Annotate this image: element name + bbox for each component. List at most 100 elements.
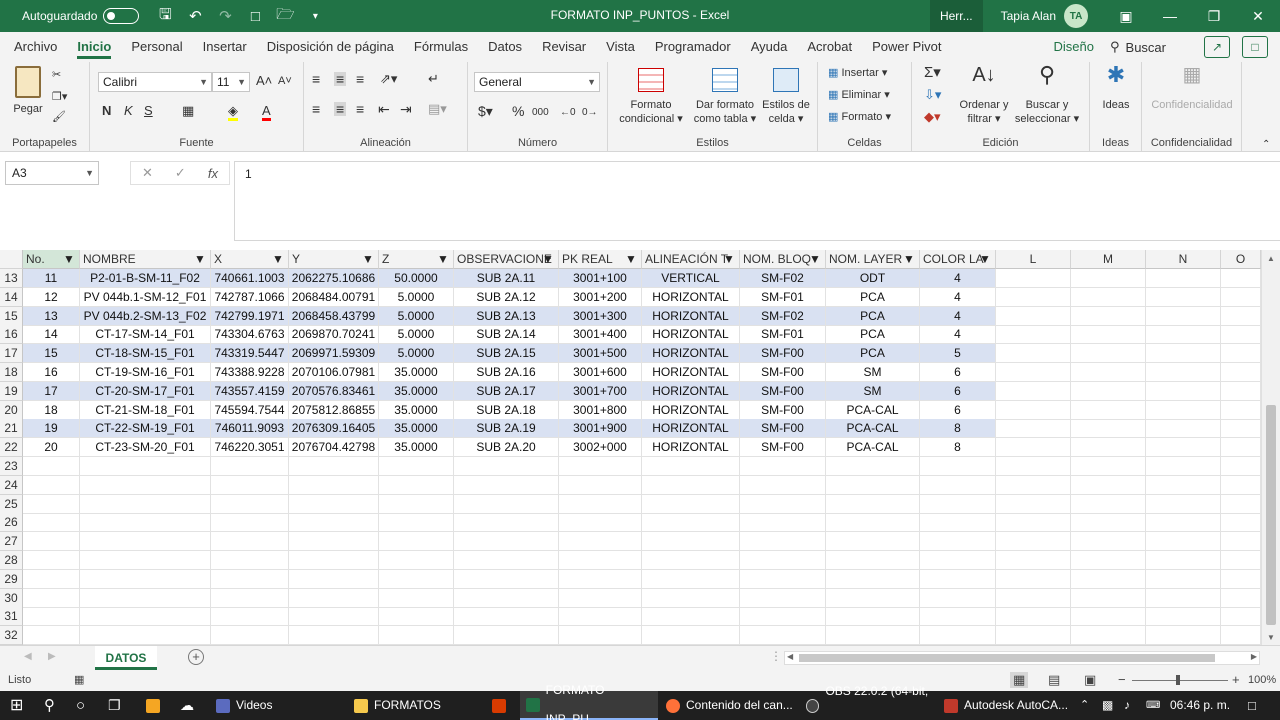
tab-disposicion[interactable]: Disposición de página bbox=[257, 32, 404, 62]
hscroll-thumb[interactable] bbox=[799, 654, 1215, 662]
table-cell[interactable] bbox=[1071, 513, 1146, 533]
table-cell[interactable] bbox=[920, 551, 996, 570]
table-cell[interactable] bbox=[826, 494, 920, 514]
table-cell[interactable] bbox=[80, 626, 211, 646]
row-header[interactable]: 21 bbox=[0, 419, 23, 439]
row-header[interactable]: 30 bbox=[0, 588, 23, 608]
tab-acrobat[interactable]: Acrobat bbox=[797, 32, 862, 62]
volume-icon[interactable]: ♪ bbox=[1124, 691, 1130, 720]
table-cell[interactable]: 4 bbox=[920, 269, 996, 288]
filter-dropdown-icon[interactable]: ▼ bbox=[542, 252, 554, 266]
increase-decimal-icon[interactable]: ←0 bbox=[560, 106, 576, 120]
table-cell[interactable] bbox=[1221, 344, 1261, 364]
table-cell[interactable] bbox=[80, 532, 211, 552]
table-cell[interactable]: SM-F01 bbox=[740, 287, 826, 307]
table-cell[interactable]: 746220.3051 bbox=[211, 438, 289, 458]
table-cell[interactable]: 8 bbox=[920, 419, 996, 439]
table-cell[interactable] bbox=[826, 551, 920, 570]
table-cell[interactable] bbox=[1071, 344, 1146, 364]
thousands-icon[interactable]: 000 bbox=[532, 106, 549, 120]
table-cell[interactable]: SUB 2A.19 bbox=[454, 419, 559, 439]
table-cell[interactable] bbox=[1221, 438, 1261, 458]
align-middle-icon[interactable]: ≡ bbox=[334, 72, 347, 86]
table-cell[interactable]: 745594.7544 bbox=[211, 400, 289, 420]
table-cell[interactable]: CT-17-SM-14_F01 bbox=[80, 325, 211, 345]
table-cell[interactable]: SUB 2A.17 bbox=[454, 381, 559, 401]
table-cell[interactable] bbox=[559, 494, 642, 514]
table-cell[interactable]: SM-F00 bbox=[740, 381, 826, 401]
table-cell[interactable] bbox=[1146, 626, 1221, 646]
table-cell[interactable] bbox=[1221, 400, 1261, 420]
table-cell[interactable]: PCA bbox=[826, 287, 920, 307]
table-cell[interactable] bbox=[559, 475, 642, 495]
table-cell[interactable] bbox=[23, 607, 80, 627]
table-cell[interactable] bbox=[920, 494, 996, 514]
borders-icon[interactable]: ▦ bbox=[182, 104, 194, 118]
table-cell[interactable] bbox=[920, 607, 996, 627]
table-cell[interactable]: 4 bbox=[920, 287, 996, 307]
table-cell[interactable] bbox=[1071, 287, 1146, 307]
copy-icon[interactable]: ❐▾ bbox=[52, 90, 67, 104]
increase-indent-icon[interactable]: ⇥ bbox=[400, 102, 412, 116]
scroll-left-icon[interactable]: ◀ bbox=[787, 652, 793, 661]
table-cell[interactable] bbox=[1221, 626, 1261, 646]
table-cell[interactable] bbox=[642, 551, 740, 570]
table-cell[interactable]: 17 bbox=[23, 381, 80, 401]
restore-button[interactable]: ❐ bbox=[1192, 8, 1236, 25]
table-cell[interactable] bbox=[1071, 532, 1146, 552]
tray-chevron-icon[interactable]: ⌃ bbox=[1080, 691, 1089, 720]
table-cell[interactable]: 2068458.43799 bbox=[289, 306, 379, 326]
scroll-down-icon[interactable]: ▼ bbox=[1267, 633, 1275, 642]
table-cell[interactable] bbox=[826, 475, 920, 495]
accessibility-icon[interactable]: ▦ bbox=[74, 673, 84, 686]
tab-inicio[interactable]: Inicio bbox=[67, 32, 121, 62]
language-icon[interactable]: ⌨ bbox=[1146, 691, 1160, 720]
table-cell[interactable] bbox=[1146, 588, 1221, 608]
table-cell[interactable]: 35.0000 bbox=[379, 363, 454, 382]
table-cell[interactable]: SM bbox=[826, 381, 920, 401]
table-cell[interactable]: SUB 2A.14 bbox=[454, 325, 559, 345]
cancel-icon[interactable]: ✕ bbox=[142, 165, 153, 181]
table-cell[interactable] bbox=[211, 457, 289, 476]
table-cell[interactable]: SM-F01 bbox=[740, 325, 826, 345]
row-header[interactable]: 28 bbox=[0, 551, 23, 570]
table-cell[interactable] bbox=[1071, 475, 1146, 495]
percent-icon[interactable]: % bbox=[512, 104, 524, 118]
table-cell[interactable] bbox=[289, 457, 379, 476]
table-cell[interactable] bbox=[379, 588, 454, 608]
table-cell[interactable] bbox=[80, 475, 211, 495]
table-cell[interactable]: HORIZONTAL bbox=[642, 381, 740, 401]
table-cell[interactable] bbox=[996, 344, 1071, 364]
increase-font-icon[interactable]: A˄ bbox=[256, 74, 272, 88]
fill-color-icon[interactable]: ◈ bbox=[228, 104, 238, 121]
table-cell[interactable] bbox=[1221, 363, 1261, 382]
align-right-icon[interactable]: ≡ bbox=[356, 102, 364, 116]
table-cell[interactable] bbox=[920, 475, 996, 495]
table-cell[interactable]: 35.0000 bbox=[379, 381, 454, 401]
align-left-icon[interactable]: ≡ bbox=[312, 102, 320, 116]
table-cell[interactable]: 2070576.83461 bbox=[289, 381, 379, 401]
table-cell[interactable] bbox=[1146, 494, 1221, 514]
table-cell[interactable] bbox=[23, 494, 80, 514]
table-cell[interactable] bbox=[379, 532, 454, 552]
table-cell[interactable] bbox=[642, 626, 740, 646]
table-cell[interactable]: PCA-CAL bbox=[826, 400, 920, 420]
table-cell[interactable]: HORIZONTAL bbox=[642, 438, 740, 458]
table-cell[interactable] bbox=[1071, 494, 1146, 514]
ideas-button[interactable]: ✱ Ideas bbox=[1096, 64, 1136, 112]
undo-icon[interactable]: ↶ bbox=[183, 7, 207, 25]
table-cell[interactable] bbox=[23, 626, 80, 646]
row-header[interactable]: 31 bbox=[0, 607, 23, 627]
table-cell[interactable] bbox=[1146, 325, 1221, 345]
row-header[interactable]: 32 bbox=[0, 626, 23, 646]
table-cell[interactable] bbox=[559, 513, 642, 533]
table-cell[interactable] bbox=[211, 513, 289, 533]
minimize-button[interactable]: — bbox=[1148, 8, 1192, 24]
table-cell[interactable]: 3001+200 bbox=[559, 287, 642, 307]
table-cell[interactable]: CT-22-SM-19_F01 bbox=[80, 419, 211, 439]
table-cell[interactable] bbox=[454, 494, 559, 514]
table-cell[interactable] bbox=[1146, 607, 1221, 627]
row-header[interactable]: 23 bbox=[0, 457, 23, 476]
table-cell[interactable] bbox=[80, 457, 211, 476]
table-cell[interactable] bbox=[1071, 569, 1146, 589]
